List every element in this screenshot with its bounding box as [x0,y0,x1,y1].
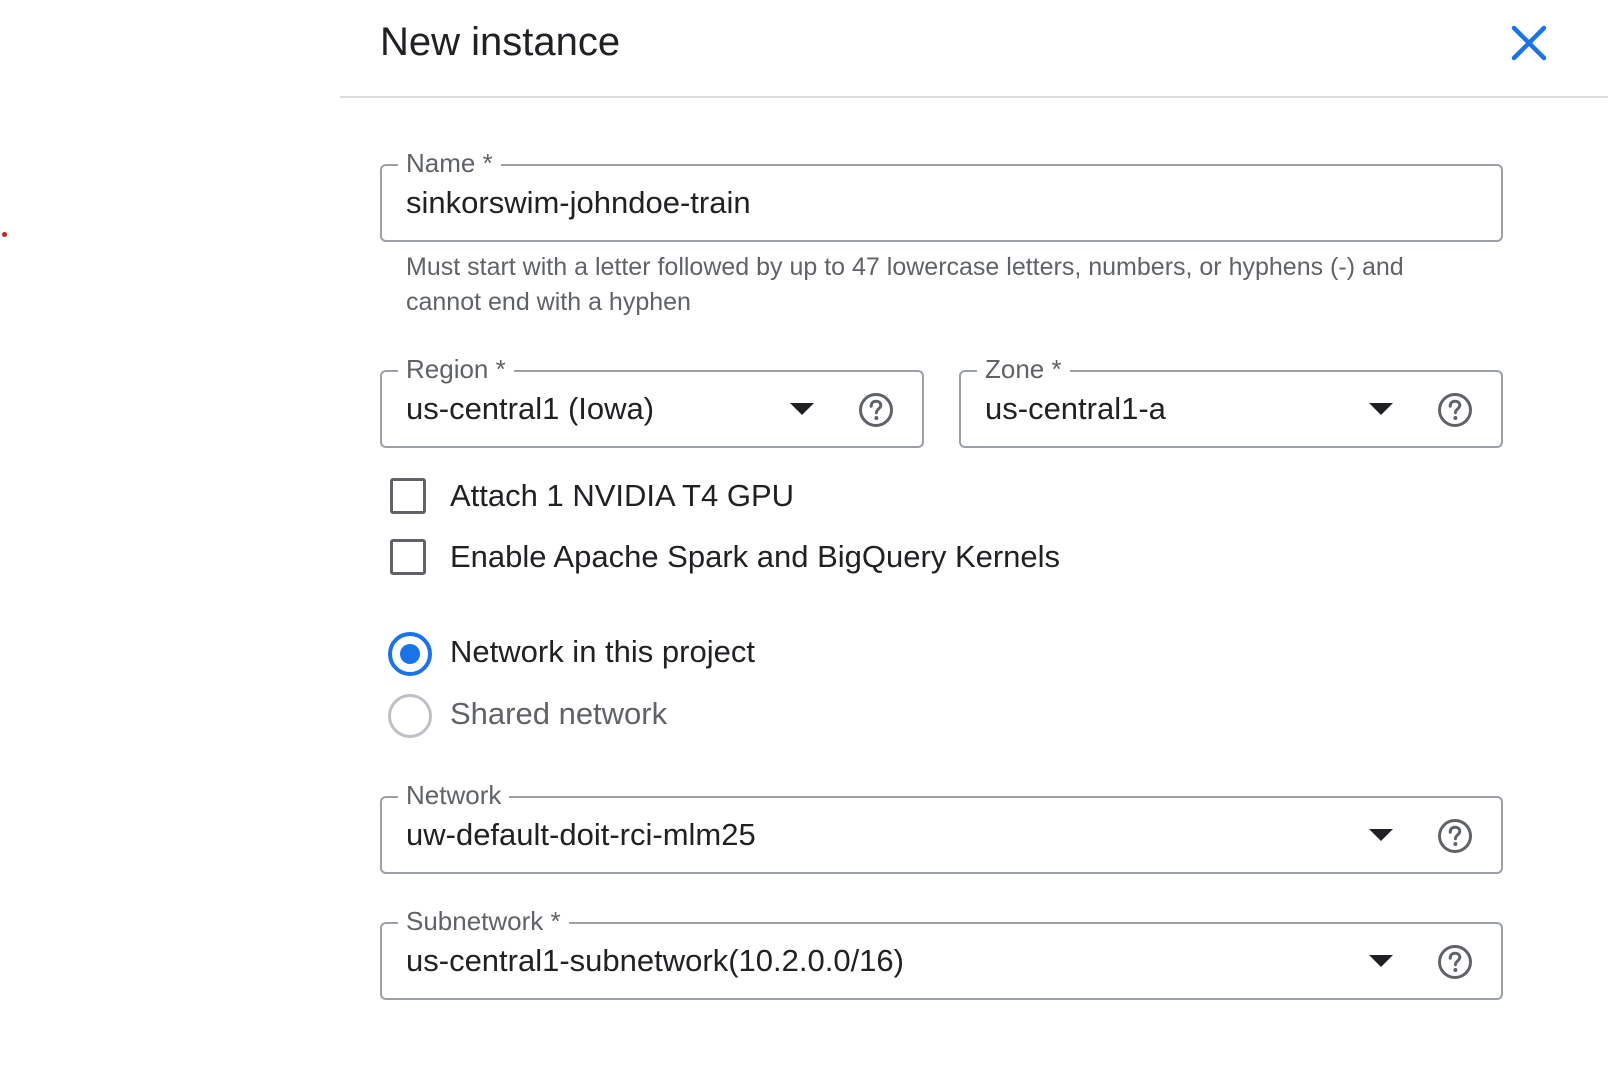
zone-select-value: us-central1-a [985,391,1166,426]
name-hint: Must start with a letter followed by up … [406,253,1404,316]
name-input-value[interactable]: sinkorswim-johndoe-train [406,184,751,222]
network-field-label: Network [398,778,510,812]
help-icon[interactable] [1437,818,1473,854]
name-field[interactable]: Name * sinkorswim-johndoe-train [380,146,1503,242]
chevron-down-icon[interactable] [790,403,814,415]
gpu-checkbox[interactable] [390,478,426,514]
gpu-option[interactable]: Attach 1 NVIDIA T4 GPU [388,476,1088,520]
help-icon[interactable] [1437,944,1473,980]
region-field-label: Region * [398,352,514,386]
close-button[interactable] [1506,20,1552,66]
new-instance-dialog: New instance Name * sinkorswim-johndoe-t… [340,0,1608,1068]
spark-checkbox-label: Enable Apache Spark and BigQuery Kernels [450,539,1061,574]
shared-network-option[interactable]: Shared network [388,694,888,738]
chevron-down-icon[interactable] [1369,955,1393,967]
network-select[interactable]: Network uw-default-doit-rci-mlm25 [380,778,1503,874]
zone-field-label: Zone * [977,352,1070,386]
subnetwork-select[interactable]: Subnetwork * us-central1-subnetwork(10.2… [380,904,1503,1000]
spark-option[interactable]: Enable Apache Spark and BigQuery Kernels [388,537,1088,581]
spark-checkbox[interactable] [390,539,426,575]
shared-network-radio[interactable] [388,694,432,738]
stray-marker [2,232,7,237]
name-field-label: Name * [398,146,501,180]
shared-network-label: Shared network [450,696,668,731]
dialog-header: New instance [340,0,1608,98]
close-icon [1511,25,1547,61]
dialog-title: New instance [380,20,621,64]
network-in-project-option[interactable]: Network in this project [388,632,888,676]
chevron-down-icon[interactable] [1369,829,1393,841]
region-select[interactable]: Region * us-central1 (Iowa) [380,352,924,448]
chevron-down-icon[interactable] [1369,403,1393,415]
subnetwork-field-label: Subnetwork * [398,904,569,938]
subnetwork-select-value: us-central1-subnetwork(10.2.0.0/16) [406,943,904,978]
help-icon[interactable] [858,392,894,428]
zone-select[interactable]: Zone * us-central1-a [959,352,1503,448]
gpu-checkbox-label: Attach 1 NVIDIA T4 GPU [450,478,795,513]
network-in-project-label: Network in this project [450,634,755,669]
help-icon[interactable] [1437,392,1473,428]
network-select-value: uw-default-doit-rci-mlm25 [406,817,756,852]
region-select-value: us-central1 (Iowa) [406,391,655,426]
network-in-project-radio[interactable] [388,632,432,676]
